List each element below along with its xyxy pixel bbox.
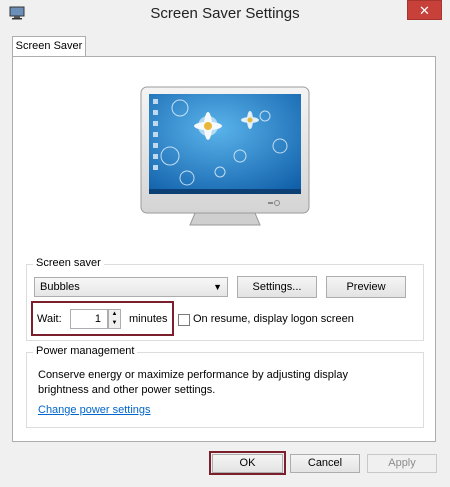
ok-button[interactable]: OK [212, 454, 283, 473]
preview-button[interactable]: Preview [326, 276, 406, 298]
spin-down-icon[interactable]: ▼ [109, 319, 120, 328]
wait-label: Wait: [37, 313, 62, 325]
resume-logon-label[interactable]: On resume, display logon screen [193, 313, 354, 325]
wait-minutes-input[interactable]: 1 [70, 309, 108, 329]
minutes-label: minutes [129, 313, 168, 325]
power-description: Conserve energy or maximize performance … [38, 369, 348, 396]
screen-saver-select[interactable]: Bubbles ▼ [34, 277, 228, 297]
cancel-button[interactable]: Cancel [290, 454, 360, 473]
wait-spinner[interactable]: ▲ ▼ [108, 309, 121, 329]
apply-button[interactable]: Apply [367, 454, 437, 473]
title-bar: Screen Saver Settings ✕ [0, 0, 450, 30]
screen-saver-select-value: Bubbles [40, 281, 80, 293]
dropdown-arrow-icon: ▼ [213, 282, 222, 292]
preview-monitor [140, 86, 310, 226]
power-management-group-label: Power management [33, 345, 138, 357]
change-power-settings-link[interactable]: Change power settings [38, 404, 151, 416]
close-button[interactable]: ✕ [407, 0, 442, 20]
window-title: Screen Saver Settings [150, 5, 300, 22]
spin-up-icon[interactable]: ▲ [109, 310, 120, 319]
resume-logon-checkbox[interactable] [178, 314, 190, 326]
screen-saver-group-label: Screen saver [33, 257, 104, 269]
tab-screen-saver[interactable]: Screen Saver [12, 36, 86, 57]
close-icon: ✕ [419, 3, 430, 18]
settings-button[interactable]: Settings... [237, 276, 317, 298]
